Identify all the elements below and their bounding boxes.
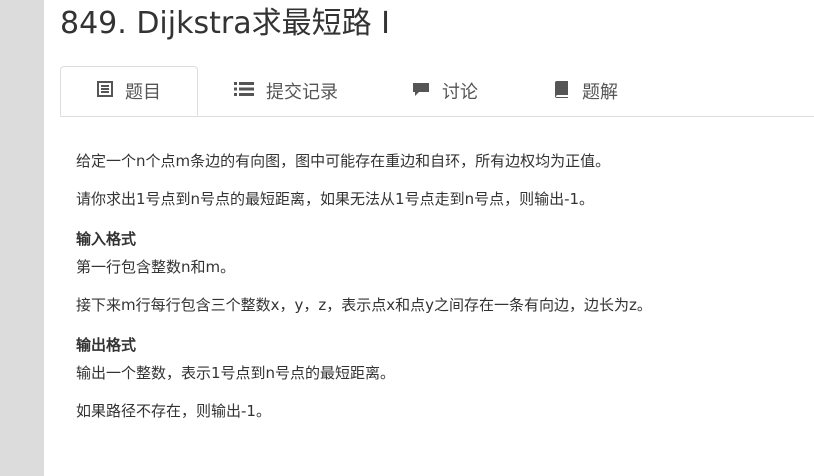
output-format-heading: 输出格式 <box>76 336 137 354</box>
book-icon <box>554 80 570 103</box>
tab-label: 提交记录 <box>266 82 338 103</box>
list-icon <box>234 81 254 102</box>
output-format-paragraph: 输出一个整数，表示1号点到n号点的最短距离。 <box>76 364 396 382</box>
output-format-paragraph: 如果路径不存在，则输出-1。 <box>76 402 271 420</box>
input-format-paragraph: 第一行包含整数n和m。 <box>76 258 236 276</box>
comment-icon <box>412 81 430 102</box>
tab-submissions[interactable]: 提交记录 <box>234 66 338 116</box>
description-paragraph: 给定一个n个点m条边的有向图，图中可能存在重边和自环，所有边权均为正值。 <box>76 152 611 170</box>
tab-bar: 题目 提交记录 讨论 题解 <box>60 66 814 117</box>
input-format-heading: 输入格式 <box>76 230 137 248</box>
document-icon <box>97 80 113 102</box>
page-title: 849. Dijkstra求最短路 I <box>60 6 390 41</box>
tab-label: 讨论 <box>442 82 478 103</box>
problem-content: 给定一个n个点m条边的有向图，图中可能存在重边和自环，所有边权均为正值。 请你求… <box>76 150 796 438</box>
tab-label: 题目 <box>125 82 161 103</box>
description-paragraph: 请你求出1号点到n号点的最短距离，如果无法从1号点走到n号点，则输出-1。 <box>76 190 595 208</box>
tab-solution[interactable]: 题解 <box>554 66 618 116</box>
tab-discuss[interactable]: 讨论 <box>412 66 478 116</box>
input-format-paragraph: 接下来m行每行包含三个整数x，y，z，表示点x和点y之间存在一条有向边，边长为z… <box>76 296 652 314</box>
tab-label: 题解 <box>582 82 618 103</box>
tab-problem[interactable]: 题目 <box>60 66 198 116</box>
